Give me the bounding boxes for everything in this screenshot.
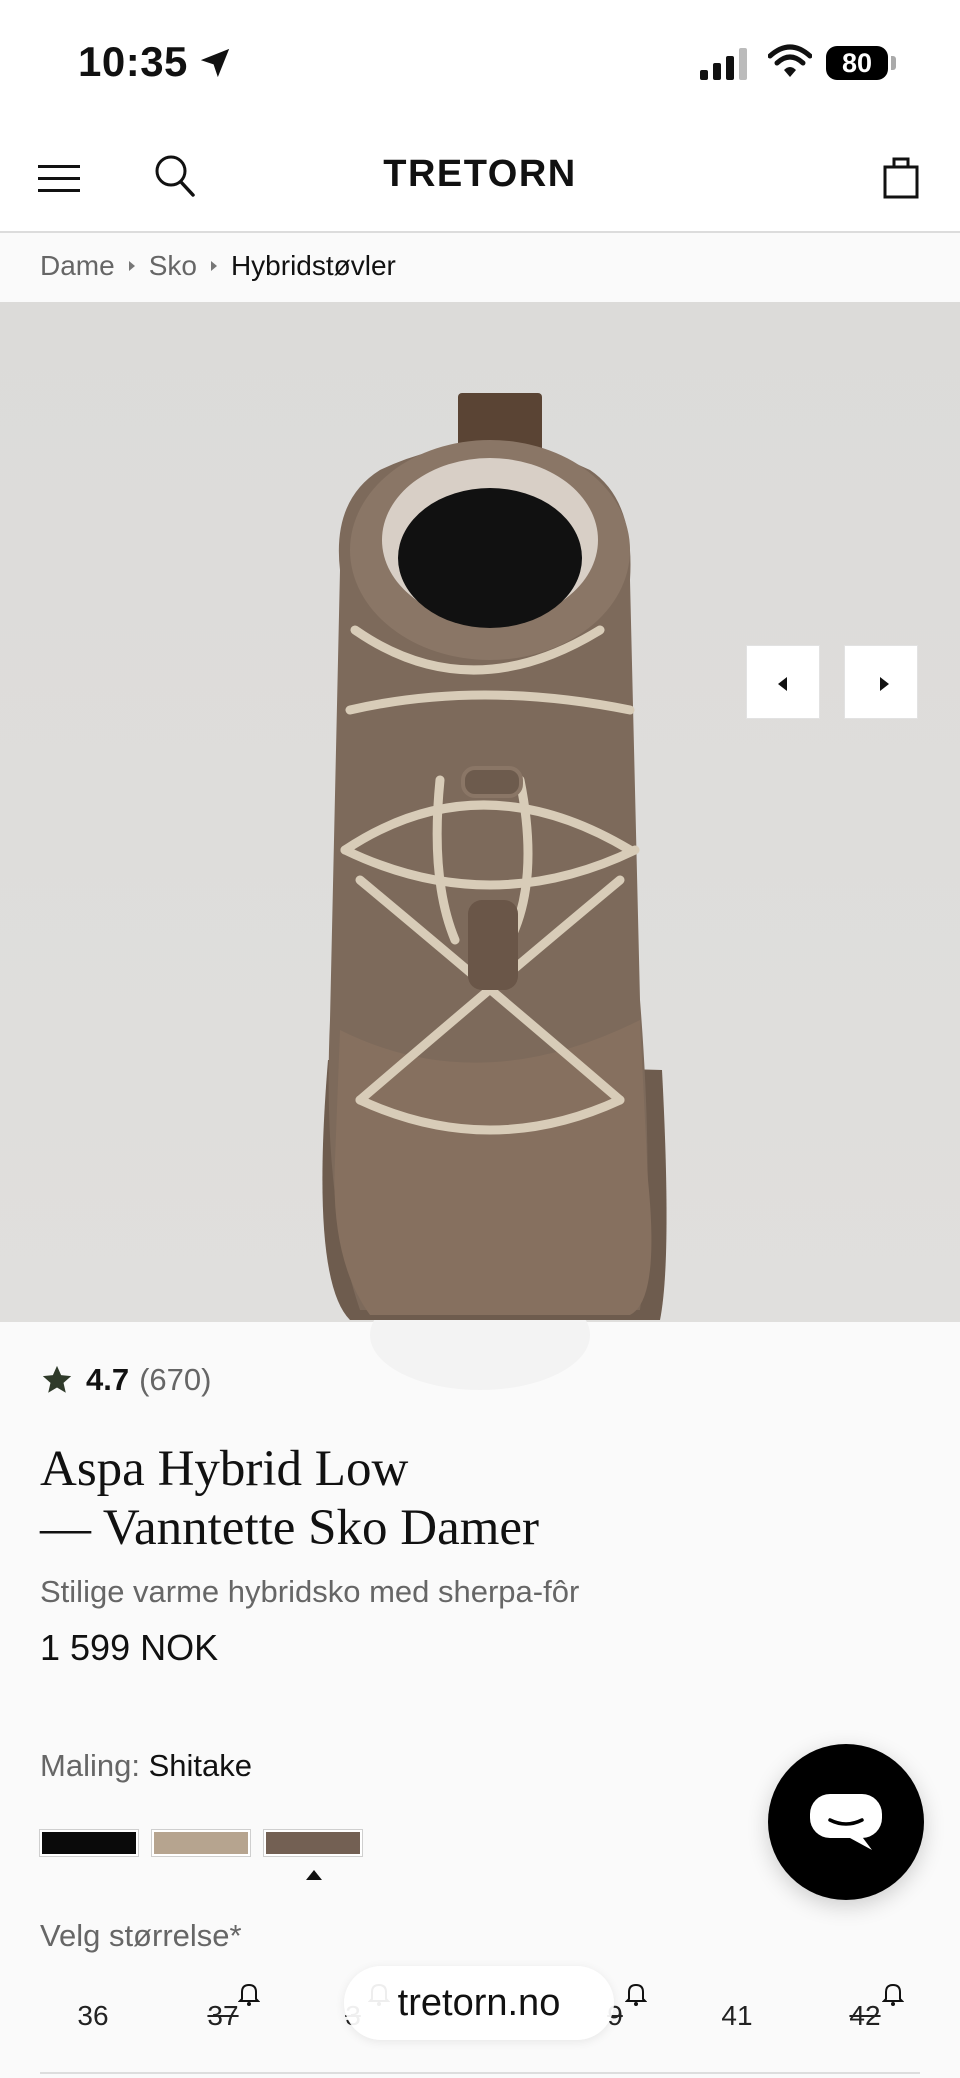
color-swatch-beige[interactable] (151, 1829, 251, 1857)
breadcrumb-current: Hybridstøvler (230, 250, 396, 281)
site-header: TRETORN (0, 125, 960, 233)
color-swatch-black[interactable] (39, 1829, 139, 1857)
rating-value: 4.7 (86, 1362, 130, 1397)
product-title-line-1: Aspa Hybrid Low (40, 1441, 409, 1497)
color-selected-value: Shitake (148, 1748, 252, 1783)
size-selector-label: Velg størrelse* (40, 1918, 242, 1953)
breadcrumb-dame[interactable]: Dame (40, 250, 115, 282)
bell-icon (882, 1983, 904, 2006)
battery-indicator: 80 (826, 46, 888, 80)
product-title: Aspa Hybrid Low — Vanntette Sko Damer (40, 1440, 920, 1558)
breadcrumb-sko[interactable]: Sko (149, 250, 197, 282)
breadcrumb-separator (128, 261, 135, 271)
product-image (322, 393, 667, 1390)
status-time: 10:35 (78, 38, 188, 85)
product-price: 1 599 NOK (40, 1627, 219, 1668)
color-selector-label: Maling: Shitake (40, 1748, 252, 1784)
bell-icon (238, 1983, 260, 2006)
size-option-41[interactable]: 41 (702, 2000, 772, 2032)
product-rating[interactable]: 4.7 (670) (40, 1362, 211, 1398)
battery-cap (891, 56, 896, 70)
breadcrumb-separator (210, 261, 217, 271)
product-subtitle: Stilige varme hybridsko med sherpa-fôr (40, 1574, 580, 1609)
brand-logo[interactable]: TRETORN (0, 153, 960, 196)
location-arrow-icon (200, 48, 230, 78)
review-count: (670) (139, 1362, 212, 1397)
bag-icon[interactable] (882, 155, 920, 199)
signal-icon (700, 48, 747, 80)
color-label: Maling: (40, 1748, 140, 1783)
gallery-next-button[interactable] (844, 645, 918, 719)
chat-button[interactable] (768, 1744, 924, 1900)
wifi-icon (768, 44, 812, 77)
status-bar: 10:35 80 (0, 0, 960, 125)
chat-icon (810, 1794, 882, 1850)
product-title-line-2: — Vanntette Sko Damer (40, 1500, 540, 1556)
breadcrumb: Dame Sko Hybridstøvler (40, 250, 396, 282)
browser-url-bar[interactable]: tretorn.no (344, 1966, 614, 2040)
gallery-prev-button[interactable] (746, 645, 820, 719)
size-divider (40, 2072, 920, 2074)
color-swatch-shitake[interactable] (263, 1829, 363, 1857)
bell-icon (625, 1983, 647, 2006)
star-icon (42, 1365, 72, 1393)
size-option-36[interactable]: 36 (58, 2000, 128, 2032)
selected-swatch-marker (306, 1870, 322, 1880)
chevron-left-icon (778, 677, 787, 691)
chevron-right-icon (880, 677, 889, 691)
